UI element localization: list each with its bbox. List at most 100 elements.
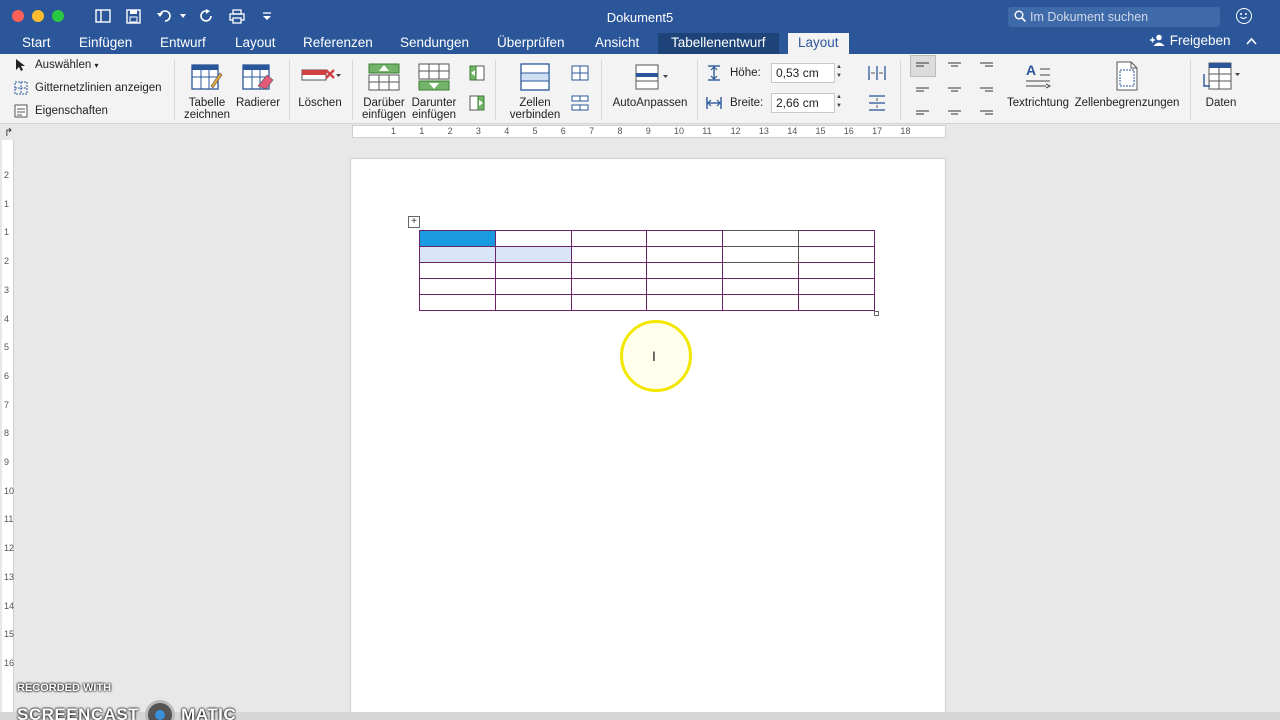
table-cell[interactable] xyxy=(570,278,648,295)
insert-above-button[interactable]: Darüber einfügen xyxy=(358,97,410,121)
merge-cells-button[interactable]: Zellen verbinden xyxy=(507,97,563,121)
document-table[interactable] xyxy=(419,230,875,311)
distribute-rows-icon[interactable] xyxy=(868,95,886,114)
table-cell[interactable] xyxy=(646,230,724,247)
align-top-right-icon[interactable] xyxy=(980,61,994,75)
autofit-button[interactable]: AutoAnpassen xyxy=(610,97,690,109)
draw-table-icon[interactable] xyxy=(191,62,223,95)
autofit-icon[interactable] xyxy=(634,63,670,94)
align-bottom-right-icon[interactable] xyxy=(980,105,994,119)
tab-references[interactable]: Referenzen xyxy=(296,33,380,54)
redo-icon[interactable] xyxy=(198,6,216,26)
tab-stop-selector-icon[interactable]: ↱ xyxy=(4,126,13,139)
tab-table-layout[interactable]: Layout xyxy=(788,33,849,54)
document-search[interactable] xyxy=(1008,7,1220,27)
table-cell[interactable] xyxy=(722,262,800,279)
column-width-input[interactable]: 2,66 cm xyxy=(771,93,835,113)
undo-icon[interactable] xyxy=(154,6,188,26)
horizontal-ruler[interactable]: 1 1 2 3 4 5 6 7 8 9 10 11 12 13 14 15 16 17 18 xyxy=(352,125,946,138)
table-cell[interactable] xyxy=(722,294,800,311)
save-icon[interactable] xyxy=(124,6,142,26)
row-height-stepper[interactable]: ▲ ▼ xyxy=(834,63,844,83)
table-cell[interactable] xyxy=(419,294,496,311)
table-cell[interactable] xyxy=(798,230,875,247)
insert-right-icon[interactable] xyxy=(469,95,485,114)
table-cell[interactable] xyxy=(494,294,572,311)
data-icon[interactable] xyxy=(1202,60,1242,95)
table-cell[interactable] xyxy=(722,246,800,263)
tab-design[interactable]: Entwurf xyxy=(153,33,213,54)
table-cell[interactable] xyxy=(722,278,800,295)
delete-table-icon[interactable] xyxy=(300,64,342,91)
table-cell[interactable] xyxy=(646,262,724,279)
table-cell[interactable] xyxy=(570,230,648,247)
select-dropdown[interactable]: Auswählen ▾ xyxy=(35,59,98,72)
table-cell[interactable] xyxy=(494,278,572,295)
search-input[interactable] xyxy=(1030,10,1210,24)
table-cell[interactable] xyxy=(646,246,724,263)
insert-above-icon[interactable] xyxy=(368,62,400,95)
table-cell[interactable] xyxy=(419,230,496,247)
print-icon[interactable] xyxy=(228,6,246,26)
insert-below-button[interactable]: Darunter einfügen xyxy=(408,97,460,121)
table-cell[interactable] xyxy=(494,246,572,263)
customize-toolbar-icon[interactable] xyxy=(260,6,274,26)
table-move-handle-icon[interactable]: + xyxy=(408,216,420,228)
text-direction-icon[interactable]: A xyxy=(1024,61,1052,94)
draw-table-button[interactable]: Tabelle zeichnen xyxy=(182,97,232,121)
table-cell[interactable] xyxy=(419,246,496,263)
sidebar-toggle-icon[interactable] xyxy=(94,6,112,26)
data-button[interactable]: Daten xyxy=(1196,97,1246,109)
tab-view[interactable]: Ansicht xyxy=(588,33,646,54)
table-cell[interactable] xyxy=(570,294,648,311)
delete-button[interactable]: Löschen xyxy=(294,97,346,109)
table-cell[interactable] xyxy=(798,294,875,311)
tab-table-design[interactable]: Tabellenentwurf xyxy=(658,33,779,54)
merge-cells-icon[interactable] xyxy=(520,62,550,95)
tab-start[interactable]: Start xyxy=(15,33,58,54)
split-table-icon[interactable] xyxy=(571,95,589,114)
table-cell[interactable] xyxy=(419,278,496,295)
close-window-button[interactable] xyxy=(12,10,24,22)
table-cell[interactable] xyxy=(570,262,648,279)
split-cells-icon[interactable] xyxy=(571,65,589,84)
insert-left-icon[interactable] xyxy=(469,65,485,84)
tab-insert[interactable]: Einfügen xyxy=(72,33,139,54)
table-cell[interactable] xyxy=(570,246,648,263)
row-height-input[interactable]: 0,53 cm xyxy=(771,63,835,83)
align-bottom-left-icon[interactable] xyxy=(916,105,930,119)
table-cell[interactable] xyxy=(494,230,572,247)
column-width-stepper[interactable]: ▲ ▼ xyxy=(834,93,844,113)
table-cell[interactable] xyxy=(798,262,875,279)
eraser-icon[interactable] xyxy=(242,62,274,95)
table-cell[interactable] xyxy=(722,230,800,247)
table-cell[interactable] xyxy=(798,246,875,263)
table-cell[interactable] xyxy=(419,262,496,279)
vertical-scrollbar[interactable] xyxy=(1274,140,1280,720)
text-direction-button[interactable]: Textrichtung xyxy=(1002,97,1074,109)
align-middle-center-icon[interactable] xyxy=(948,84,962,98)
cell-margins-icon[interactable] xyxy=(1114,61,1140,94)
show-gridlines-button[interactable]: Gitternetzlinien anzeigen xyxy=(35,82,162,94)
align-middle-right-icon[interactable] xyxy=(980,84,994,98)
tab-layout-page[interactable]: Layout xyxy=(228,33,283,54)
feedback-smiley-icon[interactable] xyxy=(1236,8,1252,24)
table-cell[interactable] xyxy=(646,278,724,295)
distribute-columns-icon[interactable] xyxy=(868,65,886,84)
align-bottom-center-icon[interactable] xyxy=(948,105,962,119)
table-cell[interactable] xyxy=(646,294,724,311)
share-button[interactable]: Freigeben xyxy=(1150,33,1231,48)
tab-review[interactable]: Überprüfen xyxy=(490,33,572,54)
align-middle-left-icon[interactable] xyxy=(916,84,930,98)
properties-button[interactable]: Eigenschaften xyxy=(35,105,108,117)
table-cell[interactable] xyxy=(494,262,572,279)
table-cell[interactable] xyxy=(798,278,875,295)
align-top-center-icon[interactable] xyxy=(948,61,962,75)
vertical-ruler[interactable]: 2 1 1 2 3 4 5 6 7 8 9 10 11 12 13 14 15 16 xyxy=(2,140,14,720)
tab-mailings[interactable]: Sendungen xyxy=(393,33,476,54)
maximize-window-button[interactable] xyxy=(52,10,64,22)
eraser-button[interactable]: Radierer xyxy=(233,97,283,109)
table-resize-handle[interactable] xyxy=(874,311,879,316)
collapse-ribbon-icon[interactable] xyxy=(1246,33,1257,48)
minimize-window-button[interactable] xyxy=(32,10,44,22)
